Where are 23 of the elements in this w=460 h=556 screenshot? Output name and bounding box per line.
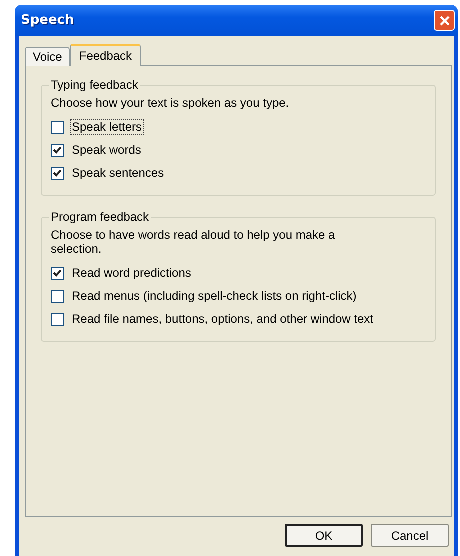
cancel-button[interactable]: Cancel: [371, 524, 449, 547]
checkbox-label[interactable]: Read menus (including spell-check lists on right-click): [70, 288, 359, 304]
tab[interactable]: Voice: [25, 47, 70, 66]
checkbox-label[interactable]: Read word predictions: [70, 265, 194, 281]
checkbox[interactable]: [51, 266, 64, 280]
close-icon: [438, 14, 450, 26]
description-text: Choose how your text is spoken as you type.: [51, 96, 290, 110]
checkbox[interactable]: [51, 312, 64, 326]
checkbox[interactable]: [51, 290, 64, 302]
close-button[interactable]: [434, 10, 455, 31]
group-title: Program feedback: [50, 210, 150, 224]
checkbox-label[interactable]: Speak words: [70, 142, 144, 158]
checkbox[interactable]: [51, 120, 64, 134]
checkbox-label[interactable]: Speak sentences: [70, 165, 166, 181]
checkbox-label[interactable]: Speak letters: [70, 119, 144, 135]
ok-button[interactable]: OK: [285, 524, 363, 547]
window-title: Speech: [21, 13, 74, 28]
checkbox[interactable]: [51, 166, 64, 180]
tab[interactable]: Feedback: [70, 44, 142, 66]
group-title: Typing feedback: [50, 78, 140, 92]
checkbox-label[interactable]: Read file names, buttons, options, and other window text: [70, 311, 376, 327]
description-text: Choose to have words read aloud to help you make a selection.: [51, 228, 336, 256]
checkbox[interactable]: [51, 144, 64, 156]
